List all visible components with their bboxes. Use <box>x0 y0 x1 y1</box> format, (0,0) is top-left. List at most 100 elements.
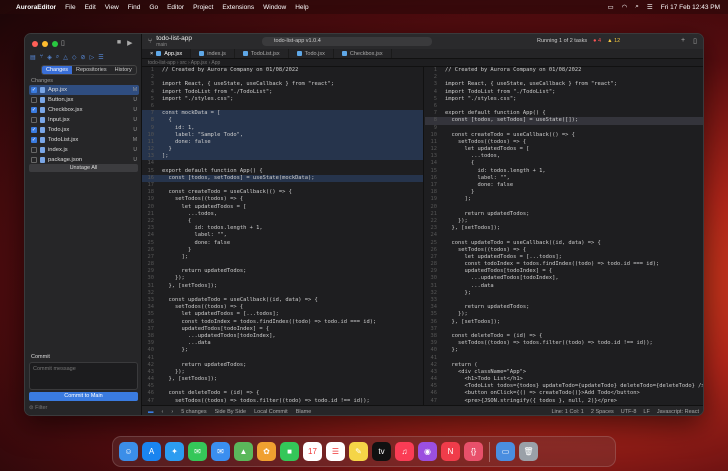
changed-file-row[interactable]: ✓ Checkbox.jsx U <box>29 105 139 115</box>
dock-downloads-folder-icon[interactable]: ▭ <box>496 442 515 461</box>
editor-tab[interactable]: × App.jsx <box>142 49 192 59</box>
stage-checkbox[interactable] <box>31 147 37 153</box>
dock-music-icon[interactable]: ♫ <box>395 442 414 461</box>
run-icon[interactable]: ▶ <box>127 39 132 47</box>
stage-checkbox[interactable]: ✓ <box>31 137 37 143</box>
filter-input[interactable]: ⊜ Filter <box>29 405 47 411</box>
breadcrumb[interactable]: todo-list-app › src › App.jsx › App <box>142 59 703 67</box>
debug-icon[interactable]: ⊘ <box>81 54 86 61</box>
dock-app-store-icon[interactable]: A <box>142 442 161 461</box>
scheme-selector[interactable]: todo-list-app v1.0.4 <box>262 37 432 46</box>
stage-checkbox[interactable] <box>31 157 37 163</box>
prev-change-icon[interactable]: ‹ <box>162 409 164 415</box>
line-ending-setting[interactable]: LF <box>643 409 649 415</box>
editor-tab[interactable]: index.js <box>191 49 235 58</box>
inspector-toggle-icon[interactable]: ▯ <box>693 37 697 45</box>
dock-facetime-icon[interactable]: ■ <box>280 442 299 461</box>
dock-maps-icon[interactable]: ▲ <box>234 442 253 461</box>
changed-file-row[interactable]: index.js U <box>29 145 139 155</box>
stage-checkbox[interactable] <box>31 97 37 103</box>
dock-messages-icon[interactable]: ✉ <box>188 442 207 461</box>
add-icon[interactable]: + <box>681 37 685 45</box>
source-control-icon[interactable]: ⑂ <box>40 54 44 61</box>
changed-file-row[interactable]: ✓ Todo.jsx U <box>29 125 139 135</box>
minimize-window-button[interactable] <box>42 41 48 47</box>
dock-podcasts-icon[interactable]: ◉ <box>418 442 437 461</box>
wifi-icon[interactable]: ◠ <box>622 3 628 11</box>
indent-setting[interactable]: 2 Spaces <box>591 409 614 415</box>
dock-reminders-icon[interactable]: ☰ <box>326 442 345 461</box>
close-window-button[interactable] <box>32 41 38 47</box>
changed-file-row[interactable]: ✓ TodoList.jsx M <box>29 135 139 145</box>
changed-file-row[interactable]: ✓ App.jsx M <box>29 85 139 95</box>
report-icon[interactable]: ☰ <box>98 54 103 61</box>
menu-window[interactable]: Window <box>263 4 286 11</box>
project-title[interactable]: todo-list-app main <box>156 35 192 48</box>
diff-pane-right[interactable]: 1 // Created by Aurora Company on 01/08/2… <box>425 67 703 405</box>
menu-file[interactable]: File <box>65 4 75 11</box>
search-icon[interactable]: ⌕ <box>635 3 639 11</box>
zoom-window-button[interactable] <box>52 41 58 47</box>
error-count[interactable]: ● 4 <box>593 38 601 44</box>
dock-notes-icon[interactable]: ✎ <box>349 442 368 461</box>
blame-toggle[interactable]: Blame <box>296 409 312 415</box>
stage-checkbox[interactable]: ✓ <box>31 87 37 93</box>
menu-edit[interactable]: Edit <box>85 4 96 11</box>
unstage-all-button[interactable]: Unstage All <box>29 164 138 172</box>
dock-calendar-icon[interactable]: 17 <box>303 442 322 461</box>
control-center-icon[interactable]: ☰ <box>647 3 653 11</box>
code-text: const todoIndex = todos.findIndex((todo)… <box>162 318 377 325</box>
menu-help[interactable]: Help <box>295 4 308 11</box>
stage-checkbox[interactable]: ✓ <box>31 107 37 113</box>
segment-changes[interactable]: Changes <box>42 66 73 74</box>
folder-icon[interactable]: ▤ <box>30 54 36 61</box>
dock-finder-icon[interactable]: ☺ <box>119 442 138 461</box>
menubar-clock[interactable]: Fri 17 Feb 12:43 PM <box>661 4 720 11</box>
cursor-position[interactable]: Line: 1 Col: 1 <box>551 409 583 415</box>
encoding-setting[interactable]: UTF-8 <box>621 409 637 415</box>
dock-aurora-editor-icon[interactable]: {} <box>464 442 483 461</box>
menu-go[interactable]: Go <box>149 4 158 11</box>
commit-button[interactable]: Commit to Main <box>29 392 138 401</box>
stage-checkbox[interactable] <box>31 117 37 123</box>
test-icon[interactable]: ◇ <box>72 54 77 61</box>
next-change-icon[interactable]: › <box>171 409 173 415</box>
stage-checkbox[interactable]: ✓ <box>31 127 37 133</box>
find-icon[interactable]: ⌕ <box>56 54 59 61</box>
editor-tab[interactable]: Checkbox.jsx <box>334 49 392 58</box>
side-by-side-toggle[interactable]: Side By Side <box>215 409 247 415</box>
dock-safari-icon[interactable]: ✦ <box>165 442 184 461</box>
dock-trash-icon[interactable]: 🗑 <box>519 442 538 461</box>
running-tasks[interactable]: Running 1 of 2 tasks <box>537 38 587 44</box>
dock-news-icon[interactable]: N <box>441 442 460 461</box>
menu-extensions[interactable]: Extensions <box>222 4 254 11</box>
segment-history[interactable]: History <box>111 66 136 74</box>
local-commit-selector[interactable]: Local Commit <box>254 409 288 415</box>
warning-count[interactable]: ▲ 12 <box>607 38 620 44</box>
stop-icon[interactable]: ■ <box>117 39 121 47</box>
editor-tab[interactable]: Todo.jsx <box>289 49 334 58</box>
dock-photos-icon[interactable]: ✿ <box>257 442 276 461</box>
language-mode[interactable]: Javascript: React <box>657 409 699 415</box>
editor-tab[interactable]: TodoList.jsx <box>235 49 289 58</box>
bookmark-icon[interactable]: ◈ <box>47 54 52 61</box>
close-tab-icon[interactable]: × <box>150 49 153 59</box>
warning-icon[interactable]: △ <box>63 54 68 61</box>
dock-tv-icon[interactable]: tv <box>372 442 391 461</box>
changed-file-row[interactable]: Button.jsx U <box>29 95 139 105</box>
dock-mail-icon[interactable]: ✉ <box>211 442 230 461</box>
changed-file-row[interactable]: Input.jsx U <box>29 115 139 125</box>
menu-find[interactable]: Find <box>128 4 141 11</box>
segment-repositories[interactable]: Repositories <box>72 66 111 74</box>
menu-view[interactable]: View <box>105 4 119 11</box>
sidebar-toggle-icon[interactable]: ▯ <box>61 39 65 47</box>
menu-editor[interactable]: Editor <box>167 4 184 11</box>
menu-app-name[interactable]: AuroraEditor <box>16 4 56 11</box>
menu-project[interactable]: Project <box>193 4 213 11</box>
breakpoint-icon[interactable]: ▷ <box>90 54 95 61</box>
sidebar-toggle-button[interactable]: ▬ <box>148 409 154 415</box>
battery-icon[interactable]: ▭ <box>607 3 613 11</box>
diff-pane-left[interactable]: 1 // Created by Aurora Company on 01/08/2… <box>142 67 424 405</box>
commit-message-input[interactable]: Commit message <box>29 362 138 390</box>
code-line: 10 const createTodo = useCallback(() => … <box>425 132 703 139</box>
